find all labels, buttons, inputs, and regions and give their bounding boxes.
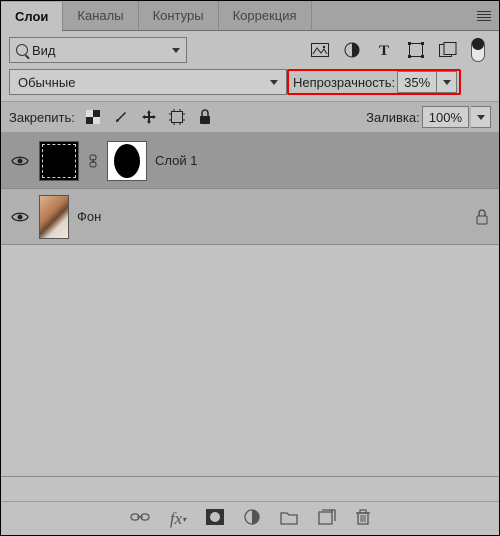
add-mask-button[interactable] [206,509,224,528]
tab-paths[interactable]: Контуры [139,1,219,30]
filter-text-icon[interactable]: T [375,41,393,59]
filter-smart-icon[interactable] [439,41,457,59]
fill-label: Заливка: [366,110,420,125]
adjustment-layer-button[interactable] [244,509,260,528]
lock-move-icon[interactable] [141,109,157,125]
layer-name[interactable]: Фон [77,209,467,224]
filter-shape-icon[interactable] [407,41,425,59]
panel-tabs: Слои Каналы Контуры Коррекция [1,1,499,31]
chevron-down-icon [477,115,485,120]
fill-dropdown-button[interactable] [471,106,491,128]
blend-mode-select[interactable]: Обычные [9,69,287,95]
chevron-down-icon [270,80,278,85]
filter-toggle[interactable] [471,38,485,62]
lock-transparency-icon[interactable] [85,109,101,125]
lock-paint-icon[interactable] [113,109,129,125]
lock-fill-row: Закрепить: Заливка: 100% [1,101,499,133]
layers-list: Слой 1 Фон [1,133,499,477]
search-icon [16,44,28,56]
fill-control: Заливка: 100% [366,106,491,128]
delete-layer-button[interactable] [356,509,370,528]
layer-thumbnail[interactable] [39,195,69,239]
filter-label: Вид [32,43,168,58]
visibility-toggle[interactable] [9,155,31,167]
toggle-knob [472,38,484,50]
tab-adjustments[interactable]: Коррекция [219,1,312,30]
lock-all-icon[interactable] [197,109,213,125]
layer-name[interactable]: Слой 1 [155,153,491,168]
opacity-value-input[interactable]: 35% [397,71,437,93]
layer-filter-select[interactable]: Вид [9,37,187,63]
layer-style-button[interactable]: fx▾ [170,509,186,529]
panel-menu-button[interactable] [469,1,499,30]
new-layer-button[interactable] [318,509,336,528]
opacity-control-highlight: Непрозрачность: 35% [287,69,461,95]
layers-bottom-toolbar: fx▾ [1,501,499,535]
lock-artboard-icon[interactable] [169,109,185,125]
opacity-label: Непрозрачность: [293,75,395,90]
opacity-dropdown-button[interactable] [437,71,457,93]
hamburger-icon [477,11,491,21]
chevron-down-icon [443,80,451,85]
lock-bar: Закрепить: [9,109,213,125]
tab-channels[interactable]: Каналы [63,1,138,30]
lock-label: Закрепить: [9,110,75,125]
blend-row: Обычные Непрозрачность: 35% [1,69,499,101]
link-layers-button[interactable] [130,511,150,526]
new-group-button[interactable] [280,510,298,528]
filter-adjust-icon[interactable] [343,41,361,59]
mask-thumbnail[interactable] [107,141,147,181]
layer-row[interactable]: Слой 1 [1,133,499,189]
blend-mode-label: Обычные [18,75,270,90]
svg-text:T: T [379,43,389,57]
visibility-toggle[interactable] [9,211,31,223]
mask-link-icon[interactable] [87,154,99,168]
lock-icon [475,209,491,225]
layer-thumbnail[interactable] [39,141,79,181]
filter-icon-bar: T [311,38,491,62]
filter-row: Вид T [1,31,499,69]
filter-pixel-icon[interactable] [311,41,329,59]
chevron-down-icon [172,48,180,53]
layers-empty-area [1,245,499,477]
lock-icons [85,109,213,125]
layer-row[interactable]: Фон [1,189,499,245]
tab-layers[interactable]: Слои [1,2,63,32]
fill-value-input[interactable]: 100% [422,106,469,128]
